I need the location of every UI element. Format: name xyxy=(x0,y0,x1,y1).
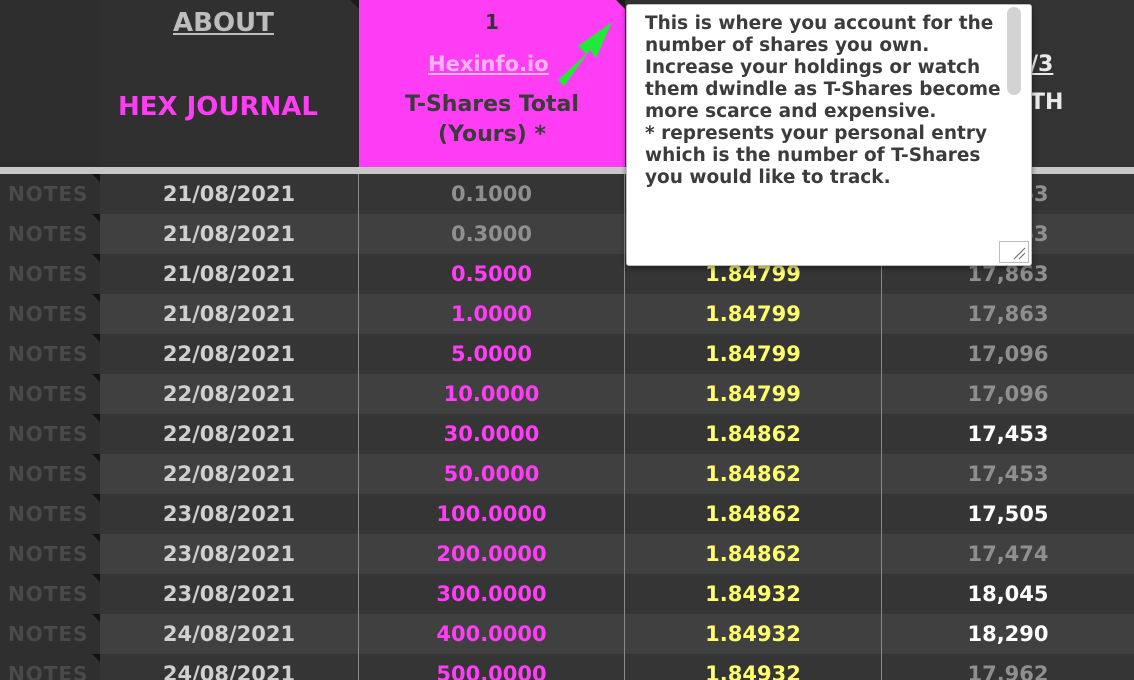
arrow-shape xyxy=(558,22,612,86)
date-cell[interactable]: 21/08/2021 xyxy=(100,174,359,214)
tshares-title: T-Shares Total (Yours) * xyxy=(359,90,625,150)
notes-label: NOTES xyxy=(8,382,89,406)
price-cell[interactable]: 1.84932 xyxy=(625,614,882,654)
tooltip-text: This is where you account for the number… xyxy=(645,13,1001,188)
value-cell[interactable]: 17,096 xyxy=(882,334,1134,374)
header-notes-cell xyxy=(0,0,100,167)
tshares-cell[interactable]: 500.0000 xyxy=(359,654,625,680)
notes-cell[interactable]: NOTES xyxy=(0,454,101,494)
notes-cell[interactable]: NOTES xyxy=(0,334,101,374)
value-cell[interactable]: 17,453 xyxy=(882,414,1134,454)
date-cell[interactable]: 21/08/2021 xyxy=(100,294,359,334)
notes-label: NOTES xyxy=(8,542,89,566)
tshares-title-line2: (Yours) * xyxy=(438,122,546,147)
table-row: NOTES 24/08/2021 500.0000 1.84932 17,962 xyxy=(0,654,1134,680)
notes-label: NOTES xyxy=(8,502,89,526)
value-cell[interactable]: 17,863 xyxy=(882,294,1134,334)
notes-label: NOTES xyxy=(8,422,89,446)
notes-label: NOTES xyxy=(8,582,89,606)
value-cell[interactable]: 17,474 xyxy=(882,534,1134,574)
table-row: NOTES 23/08/2021 300.0000 1.84932 18,045 xyxy=(0,574,1134,614)
note-tooltip[interactable]: This is where you account for the number… xyxy=(626,4,1032,266)
notes-label: NOTES xyxy=(8,622,89,646)
price-cell[interactable]: 1.84862 xyxy=(625,494,882,534)
tshares-cell[interactable]: 100.0000 xyxy=(359,494,625,534)
tshares-cell[interactable]: 300.0000 xyxy=(359,574,625,614)
notes-cell[interactable]: NOTES xyxy=(0,214,101,254)
price-cell[interactable]: 1.84862 xyxy=(625,414,882,454)
journal-title: HEX JOURNAL xyxy=(118,92,318,122)
table-row: NOTES 23/08/2021 100.0000 1.84862 17,505 xyxy=(0,494,1134,534)
tshares-title-line1: T-Shares Total xyxy=(405,92,579,117)
table-row: NOTES 23/08/2021 200.0000 1.84862 17,474 xyxy=(0,534,1134,574)
note-indicator-icon xyxy=(350,0,359,9)
tshares-cell[interactable]: 5.0000 xyxy=(359,334,625,374)
price-cell[interactable]: 1.84932 xyxy=(625,654,882,680)
tshares-cell[interactable]: 30.0000 xyxy=(359,414,625,454)
tshares-cell[interactable]: 400.0000 xyxy=(359,614,625,654)
notes-cell[interactable]: NOTES xyxy=(0,294,101,334)
about-link[interactable]: ABOUT xyxy=(173,8,274,38)
notes-cell[interactable]: NOTES xyxy=(0,534,101,574)
tooltip-scrollbar[interactable] xyxy=(1007,7,1021,95)
value-cell[interactable]: 18,045 xyxy=(882,574,1134,614)
table-row: NOTES 22/08/2021 50.0000 1.84862 17,453 xyxy=(0,454,1134,494)
green-arrow-icon xyxy=(558,22,612,86)
value-cell[interactable]: 17,096 xyxy=(882,374,1134,414)
date-cell[interactable]: 23/08/2021 xyxy=(100,494,359,534)
tshares-cell[interactable]: 50.0000 xyxy=(359,454,625,494)
date-cell[interactable]: 23/08/2021 xyxy=(100,574,359,614)
table-row: NOTES 21/08/2021 1.0000 1.84799 17,863 xyxy=(0,294,1134,334)
date-cell[interactable]: 24/08/2021 xyxy=(100,614,359,654)
table-row: NOTES 22/08/2021 10.0000 1.84799 17,096 xyxy=(0,374,1134,414)
table-row: NOTES 24/08/2021 400.0000 1.84932 18,290 xyxy=(0,614,1134,654)
tshares-cell[interactable]: 1.0000 xyxy=(359,294,625,334)
value-header-link-partial[interactable]: /3 xyxy=(1030,52,1053,77)
price-cell[interactable]: 1.84932 xyxy=(625,574,882,614)
notes-cell[interactable]: NOTES xyxy=(0,494,101,534)
tshares-cell[interactable]: 10.0000 xyxy=(359,374,625,414)
notes-label: NOTES xyxy=(8,182,89,206)
notes-cell[interactable]: NOTES xyxy=(0,574,101,614)
table-row: NOTES 22/08/2021 5.0000 1.84799 17,096 xyxy=(0,334,1134,374)
table-row: NOTES 22/08/2021 30.0000 1.84862 17,453 xyxy=(0,414,1134,454)
notes-label: NOTES xyxy=(8,462,89,486)
notes-cell[interactable]: NOTES xyxy=(0,654,101,680)
value-cell[interactable]: 18,290 xyxy=(882,614,1134,654)
resize-grip-icon xyxy=(1013,247,1026,260)
price-cell[interactable]: 1.84862 xyxy=(625,454,882,494)
date-cell[interactable]: 22/08/2021 xyxy=(100,374,359,414)
price-cell[interactable]: 1.84862 xyxy=(625,534,882,574)
date-cell[interactable]: 21/08/2021 xyxy=(100,254,359,294)
date-cell[interactable]: 22/08/2021 xyxy=(100,414,359,454)
tshares-cell[interactable]: 0.3000 xyxy=(359,214,625,254)
notes-label: NOTES xyxy=(8,222,89,246)
notes-cell[interactable]: NOTES xyxy=(0,414,101,454)
date-cell[interactable]: 22/08/2021 xyxy=(100,334,359,374)
notes-cell[interactable]: NOTES xyxy=(0,254,101,294)
tshares-cell[interactable]: 200.0000 xyxy=(359,534,625,574)
date-cell[interactable]: 21/08/2021 xyxy=(100,214,359,254)
date-cell[interactable]: 23/08/2021 xyxy=(100,534,359,574)
notes-cell[interactable]: NOTES xyxy=(0,374,101,414)
notes-cell[interactable]: NOTES xyxy=(0,174,101,214)
notes-label: NOTES xyxy=(8,302,89,326)
tshares-cell[interactable]: 0.5000 xyxy=(359,254,625,294)
price-cell[interactable]: 1.84799 xyxy=(625,374,882,414)
notes-label: NOTES xyxy=(8,662,89,680)
notes-label: NOTES xyxy=(8,342,89,366)
resize-handle[interactable] xyxy=(999,241,1029,263)
price-cell[interactable]: 1.84799 xyxy=(625,294,882,334)
date-cell[interactable]: 22/08/2021 xyxy=(100,454,359,494)
value-cell[interactable]: 17,453 xyxy=(882,454,1134,494)
date-cell[interactable]: 24/08/2021 xyxy=(100,654,359,680)
notes-label: NOTES xyxy=(8,262,89,286)
value-cell[interactable]: 17,962 xyxy=(882,654,1134,680)
value-header-label-partial: TH xyxy=(1030,90,1064,115)
tshares-cell[interactable]: 0.1000 xyxy=(359,174,625,214)
notes-cell[interactable]: NOTES xyxy=(0,614,101,654)
value-cell[interactable]: 17,505 xyxy=(882,494,1134,534)
price-cell[interactable]: 1.84799 xyxy=(625,334,882,374)
